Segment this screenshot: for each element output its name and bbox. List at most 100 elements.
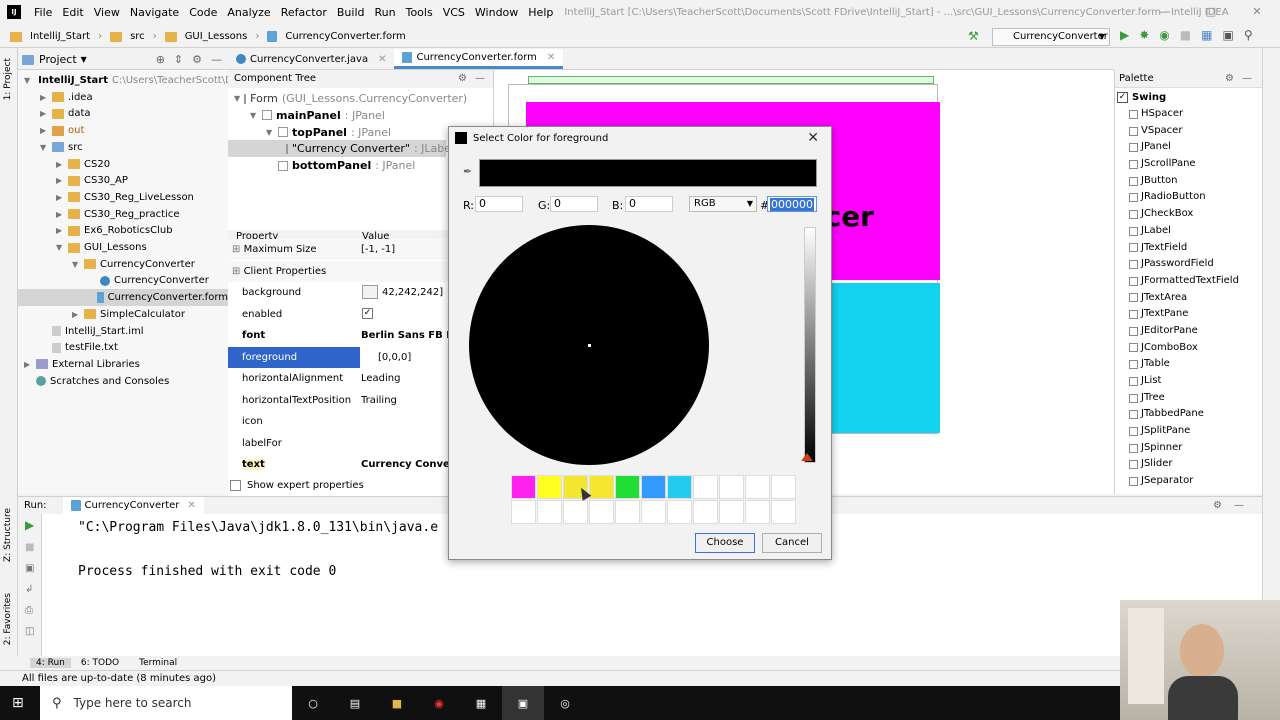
breadcrumb-item[interactable]: GUI_Lessons	[185, 31, 248, 42]
project-tool-tab[interactable]: 1: Project	[3, 58, 13, 100]
recent-color-swatch[interactable]	[563, 500, 588, 524]
gear-icon[interactable]: ⚙	[192, 53, 202, 66]
menu-item[interactable]: File	[29, 6, 57, 19]
camera-icon[interactable]: ▣	[25, 563, 41, 574]
palette-item[interactable]: JTextArea	[1115, 290, 1262, 307]
task-view-icon[interactable]: ▤	[334, 686, 376, 720]
chevron-right-icon[interactable]: ▶	[40, 105, 48, 122]
recent-color-swatch[interactable]	[641, 500, 666, 524]
chevron-right-icon[interactable]: ▶	[56, 156, 64, 173]
structure-tool-tab[interactable]: Z: Structure	[3, 508, 13, 562]
hide-icon[interactable]: —	[1242, 73, 1252, 84]
project-tree-item[interactable]: ▶ SimpleCalculator	[18, 306, 228, 323]
file-explorer-icon[interactable]: ■	[376, 686, 418, 720]
obs-icon[interactable]: ◎	[544, 686, 586, 720]
palette-item[interactable]: JScrollPane	[1115, 156, 1262, 173]
show-expert-checkbox[interactable]	[230, 480, 241, 491]
sdk-icon[interactable]: ▣	[1222, 28, 1233, 42]
close-window-icon[interactable]: ✕	[1234, 0, 1280, 24]
chevron-down-icon[interactable]: ▼	[250, 107, 258, 124]
component-tree-node[interactable]: ▼ mainPanel: JPanel	[228, 107, 446, 124]
recent-color-swatch[interactable]	[589, 475, 614, 499]
coverage-icon[interactable]: ◉	[1159, 28, 1169, 42]
project-tree-item[interactable]: ▼ GUI_Lessons	[18, 239, 228, 256]
choose-button[interactable]: Choose	[695, 533, 755, 553]
palette-item[interactable]: HSpacer	[1115, 106, 1262, 123]
maximize-icon[interactable]: □	[1188, 0, 1234, 24]
calculator-icon[interactable]: ▦	[460, 686, 502, 720]
collapse-all-icon[interactable]: ⇕	[174, 53, 183, 66]
palette-item[interactable]: JCheckBox	[1115, 206, 1262, 223]
search-everywhere-icon[interactable]: ⚲	[1244, 28, 1253, 42]
run-tool-tab[interactable]: 4: Run	[30, 658, 71, 668]
chevron-down-icon[interactable]: ▼	[24, 72, 30, 89]
run-config-select[interactable]: CurrencyConverter ▼	[992, 28, 1110, 46]
menu-item[interactable]: Tools	[401, 6, 438, 19]
palette-item[interactable]: JTextField	[1115, 240, 1262, 257]
hide-icon[interactable]: —	[211, 53, 222, 66]
project-tree-item[interactable]: CurrencyConverter	[18, 272, 228, 289]
menu-item[interactable]: Build	[332, 6, 370, 19]
chevron-right-icon[interactable]: ▶	[56, 222, 64, 239]
favorites-tool-tab[interactable]: 2: Favorites	[3, 593, 13, 645]
project-tree-item[interactable]: ▶ CS30_Reg_LiveLesson	[18, 189, 228, 206]
chevron-right-icon[interactable]: ▶	[40, 89, 48, 106]
component-tree-node[interactable]: "Currency Converter": JLabel	[228, 140, 454, 158]
gear-icon[interactable]: ⚙	[1225, 73, 1234, 84]
breadcrumb-item[interactable]: CurrencyConverter.form	[285, 31, 405, 42]
recent-color-swatch[interactable]	[537, 500, 562, 524]
breadcrumb-item[interactable]: IntelliJ_Start	[30, 31, 90, 42]
print-icon[interactable]: ⎙	[25, 605, 41, 616]
recent-color-swatch[interactable]	[719, 500, 744, 524]
palette-item[interactable]: JList	[1115, 373, 1262, 390]
palette-item[interactable]: JPasswordField	[1115, 256, 1262, 273]
project-tree-item[interactable]: ▶ Ex6_RoboticsClub	[18, 222, 228, 239]
cancel-button[interactable]: Cancel	[762, 533, 822, 553]
recent-color-swatch[interactable]	[719, 475, 744, 499]
intellij-taskbar-icon[interactable]: ▣	[502, 686, 544, 720]
menu-item[interactable]: VCS	[438, 6, 470, 19]
chevron-down-icon[interactable]: ▼	[234, 90, 240, 107]
brightness-slider-thumb[interactable]	[801, 453, 813, 461]
hex-input[interactable]: 000000	[767, 196, 817, 212]
chevron-down-icon[interactable]: ▼	[81, 55, 87, 64]
project-tree-item[interactable]: ▶ CS30_AP	[18, 172, 228, 189]
palette-item[interactable]: JTree	[1115, 390, 1262, 407]
color-wheel[interactable]	[469, 225, 709, 465]
close-icon[interactable]: ✕	[378, 54, 386, 65]
menu-item[interactable]: Help	[523, 6, 558, 19]
recent-color-swatch[interactable]	[745, 475, 770, 499]
project-tree-item[interactable]: Scratches and Consoles	[18, 373, 228, 390]
recent-color-swatch[interactable]	[511, 475, 536, 499]
palette-group-swing[interactable]: ✓ Swing	[1115, 88, 1262, 106]
recent-color-swatch[interactable]	[745, 500, 770, 524]
run-tab[interactable]: CurrencyConverter ✕	[62, 496, 204, 515]
run-icon[interactable]: ▶	[1120, 28, 1129, 42]
g-input[interactable]: 0	[550, 196, 598, 212]
palette-item[interactable]: JLabel	[1115, 223, 1262, 240]
component-tree-node[interactable]: bottomPanel: JPanel	[228, 157, 446, 174]
menu-item[interactable]: Window	[470, 6, 523, 19]
gear-icon[interactable]: ⚙	[458, 70, 467, 88]
recent-color-swatch[interactable]	[615, 475, 640, 499]
project-tree-item[interactable]: ▼ CurrencyConverter	[18, 256, 228, 273]
chevron-down-icon[interactable]: ▼	[40, 139, 48, 156]
recent-color-swatch[interactable]	[771, 500, 796, 524]
eyedropper-icon[interactable]: ✒	[463, 165, 472, 178]
windows-start-icon[interactable]: ⊞	[12, 695, 24, 711]
project-tree-item[interactable]: ▶ CS30_Reg_practice	[18, 206, 228, 223]
currency-converter-label[interactable]: cer	[825, 200, 874, 233]
menu-item[interactable]: Analyze	[222, 6, 275, 19]
chevron-down-icon[interactable]: ▼	[266, 124, 274, 141]
recent-color-swatch[interactable]	[511, 500, 536, 524]
chevron-right-icon[interactable]: ▶	[56, 172, 64, 189]
enabled-checkbox[interactable]: ✓	[362, 308, 373, 319]
menu-item[interactable]: Run	[370, 6, 401, 19]
recent-color-swatch[interactable]	[667, 500, 692, 524]
palette-item[interactable]: JSeparator	[1115, 473, 1262, 490]
hide-icon[interactable]: —	[1234, 500, 1244, 511]
project-tree-item[interactable]: ▼ src	[18, 139, 228, 156]
r-input[interactable]: 0	[475, 196, 523, 212]
palette-item[interactable]: JTable	[1115, 356, 1262, 373]
locate-icon[interactable]: ⊕	[156, 53, 165, 66]
